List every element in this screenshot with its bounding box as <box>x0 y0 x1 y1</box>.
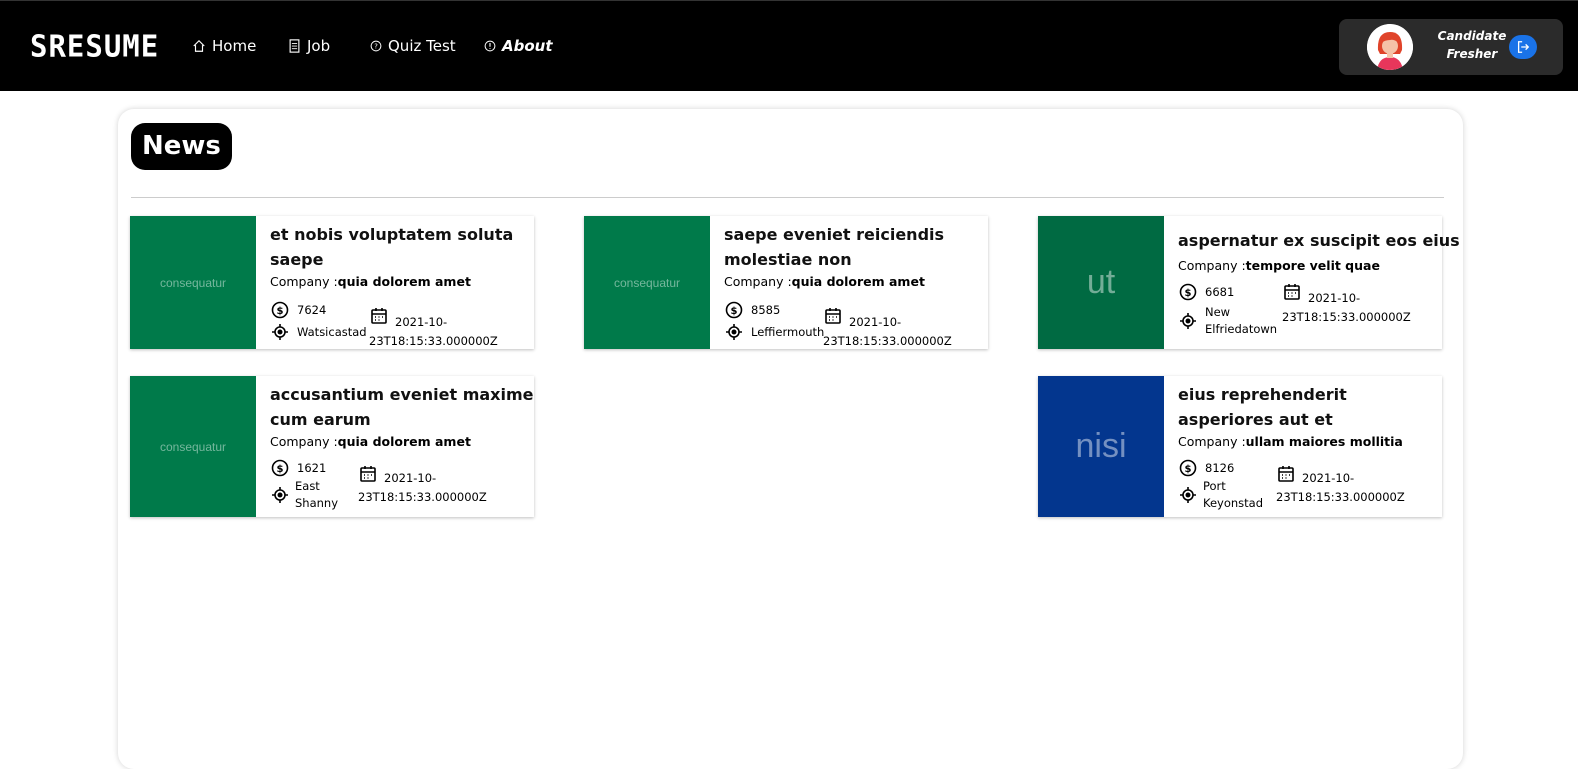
date-value: 2021-10-23T18:15:33.000000Z <box>358 471 487 504</box>
svg-text:$: $ <box>277 306 284 317</box>
date-value: 2021-10-23T18:15:33.000000Z <box>823 315 952 348</box>
nav-home-label: Home <box>212 37 257 55</box>
logout-button[interactable] <box>1509 35 1537 59</box>
svg-text:$: $ <box>1185 288 1192 299</box>
svg-text:$: $ <box>277 464 284 475</box>
salary-row: $ 8126 <box>1178 458 1234 478</box>
question-circle-icon: ? <box>370 40 382 52</box>
location-value: Leffiermouth <box>751 325 825 339</box>
location-value: New Elfriedatown <box>1205 305 1278 336</box>
news-thumbnail: ut <box>1038 216 1164 349</box>
company-prefix: Company : <box>1178 258 1246 273</box>
company-line: Company :quia dolorem amet <box>270 434 471 449</box>
location-value: Port Keyonstad <box>1203 479 1264 510</box>
nav-home[interactable]: Home <box>192 37 256 55</box>
svg-text:?: ? <box>374 43 378 51</box>
thumbnail-text: nisi <box>1075 427 1127 465</box>
thumbnail-text: consequatur <box>159 275 227 290</box>
news-card[interactable]: consequatur et nobis voluptatem soluta s… <box>130 216 534 349</box>
salary-value: 8585 <box>751 303 781 317</box>
thumbnail-text: consequatur <box>159 439 227 454</box>
news-title[interactable]: accusantium eveniet maxime cum earum <box>270 382 535 432</box>
company-prefix: Company : <box>1178 434 1246 449</box>
company-line: Company :quia dolorem amet <box>270 274 471 289</box>
company-name: quia dolorem amet <box>337 274 471 289</box>
company-line: Company :quia dolorem amet <box>724 274 925 289</box>
news-card[interactable]: consequatur saepe eveniet reiciendis mol… <box>584 216 988 349</box>
company-prefix: Company : <box>724 274 792 289</box>
divider <box>131 197 1444 198</box>
location-value: Watsicastad <box>297 325 367 339</box>
dollar-icon: $ <box>270 458 290 478</box>
news-thumbnail: consequatur <box>584 216 710 349</box>
news-title[interactable]: et nobis voluptatem soluta saepe <box>270 222 535 272</box>
company-prefix: Company : <box>270 274 338 289</box>
dollar-icon: $ <box>270 300 290 320</box>
nav-job[interactable]: Job <box>288 37 330 55</box>
salary-value: 1621 <box>297 461 327 475</box>
company-name: quia dolorem amet <box>791 274 925 289</box>
location-target-icon <box>1178 485 1198 505</box>
dollar-icon: $ <box>724 300 744 320</box>
location-row: Port Keyonstad <box>1178 478 1271 512</box>
news-thumbnail: consequatur <box>130 376 256 517</box>
company-name: tempore velit quae <box>1245 258 1380 273</box>
svg-text:$: $ <box>1185 464 1192 475</box>
nav-quiz-test[interactable]: ? Quiz Test <box>370 37 456 55</box>
home-icon <box>193 39 205 52</box>
salary-value: 7624 <box>297 303 327 317</box>
info-circle-icon <box>484 40 496 52</box>
location-row: Leffiermouth <box>724 322 825 342</box>
user-level: Fresher <box>1446 47 1498 61</box>
location-target-icon <box>724 322 744 342</box>
news-title[interactable]: aspernatur ex suscipit eos eius <box>1178 228 1460 253</box>
date-value: 2021-10-23T18:15:33.000000Z <box>1276 471 1405 504</box>
company-name: ullam maiores mollitia <box>1245 434 1403 449</box>
location-target-icon <box>1178 311 1198 331</box>
news-card[interactable]: ut aspernatur ex suscipit eos eius Compa… <box>1038 216 1460 349</box>
nav-about-label: About <box>502 37 553 55</box>
nav-job-label: Job <box>307 37 331 55</box>
avatar[interactable] <box>1367 24 1413 70</box>
news-title[interactable]: eius reprehenderit asperiores aut et <box>1178 382 1443 432</box>
salary-value: 6681 <box>1205 285 1235 299</box>
date-value: 2021-10-23T18:15:33.000000Z <box>369 315 498 348</box>
user-profile-box[interactable]: Candidate Fresher <box>1339 19 1563 75</box>
news-card[interactable]: nisi eius reprehenderit asperiores aut e… <box>1038 376 1442 517</box>
svg-text:$: $ <box>731 306 738 317</box>
nav-quiz-test-label: Quiz Test <box>388 37 456 55</box>
location-target-icon <box>270 485 290 505</box>
salary-row: $ 6681 <box>1178 282 1234 302</box>
dollar-icon: $ <box>1178 282 1198 302</box>
dollar-icon: $ <box>1178 458 1198 478</box>
location-row: East Shanny <box>270 478 345 512</box>
location-row: Watsicastad <box>270 322 369 342</box>
salary-value: 8126 <box>1205 461 1235 475</box>
news-thumbnail: nisi <box>1038 376 1164 517</box>
news-panel: News consequatur et nobis voluptatem sol… <box>118 109 1463 769</box>
company-name: quia dolorem amet <box>337 434 471 449</box>
news-thumbnail: consequatur <box>130 216 256 349</box>
top-navbar: SRESUME Home Job ? Quiz Test About Candi… <box>0 0 1578 91</box>
page-title: News <box>131 123 232 170</box>
news-title[interactable]: saepe eveniet reiciendis molestiae non <box>724 222 989 272</box>
user-role: Candidate <box>1437 29 1507 43</box>
news-card[interactable]: consequatur accusantium eveniet maxime c… <box>130 376 534 517</box>
salary-row: $ 7624 <box>270 300 326 320</box>
salary-row: $ 8585 <box>724 300 780 320</box>
thumbnail-text: ut <box>1086 263 1116 301</box>
logout-icon <box>1517 41 1530 53</box>
location-row: New Elfriedatown <box>1178 304 1279 338</box>
date-value: 2021-10-23T18:15:33.000000Z <box>1282 291 1411 324</box>
company-prefix: Company : <box>270 434 338 449</box>
thumbnail-text: consequatur <box>613 275 681 290</box>
company-line: Company :ullam maiores mollitia <box>1178 434 1403 449</box>
nav-about[interactable]: About <box>484 37 553 55</box>
company-line: Company :tempore velit quae <box>1178 258 1380 273</box>
location-value: East Shanny <box>295 479 339 510</box>
location-target-icon <box>270 322 290 342</box>
document-icon <box>289 39 300 53</box>
brand-logo[interactable]: SRESUME <box>30 28 159 64</box>
salary-row: $ 1621 <box>270 458 326 478</box>
